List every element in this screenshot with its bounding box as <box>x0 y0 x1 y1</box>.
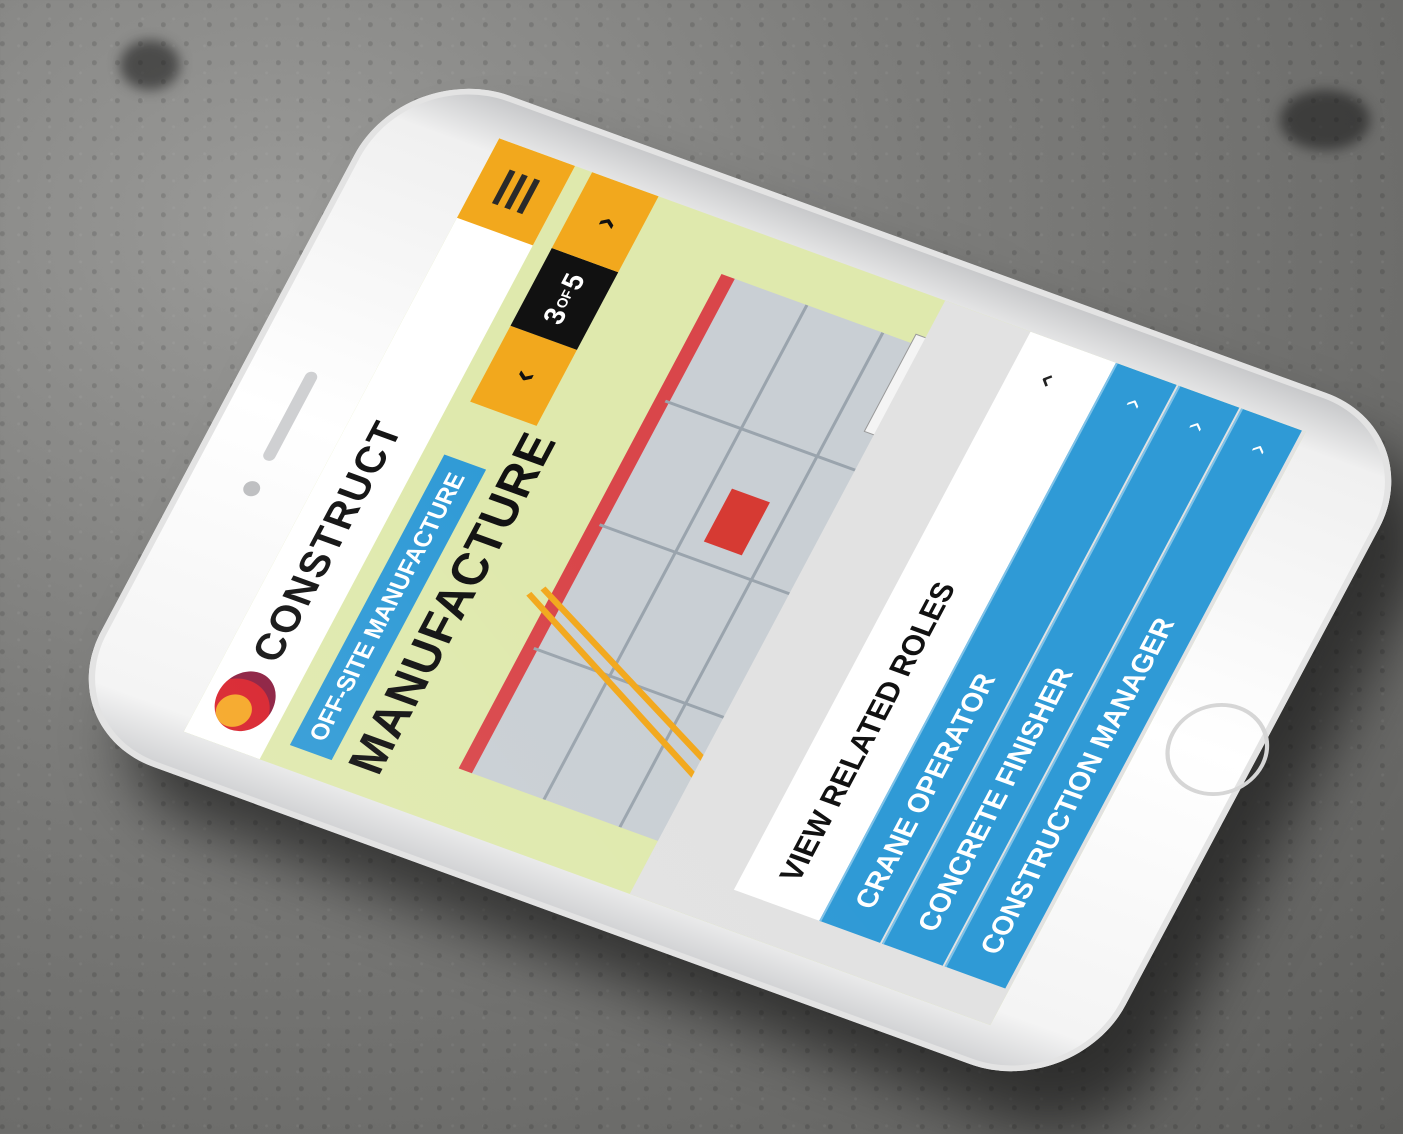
chevron-right-icon: › <box>584 210 626 234</box>
page-of: OF <box>552 287 577 311</box>
chevron-left-icon: ‹ <box>502 364 544 388</box>
phone: CONSTRUCT ‹ 3 OF 5 › OFF-SITE MANUFACTUR… <box>49 57 1403 1103</box>
logo-icon[interactable] <box>203 663 287 740</box>
device-scene: CONSTRUCT ‹ 3 OF 5 › OFF-SITE MANUFACTUR… <box>0 0 1403 1134</box>
